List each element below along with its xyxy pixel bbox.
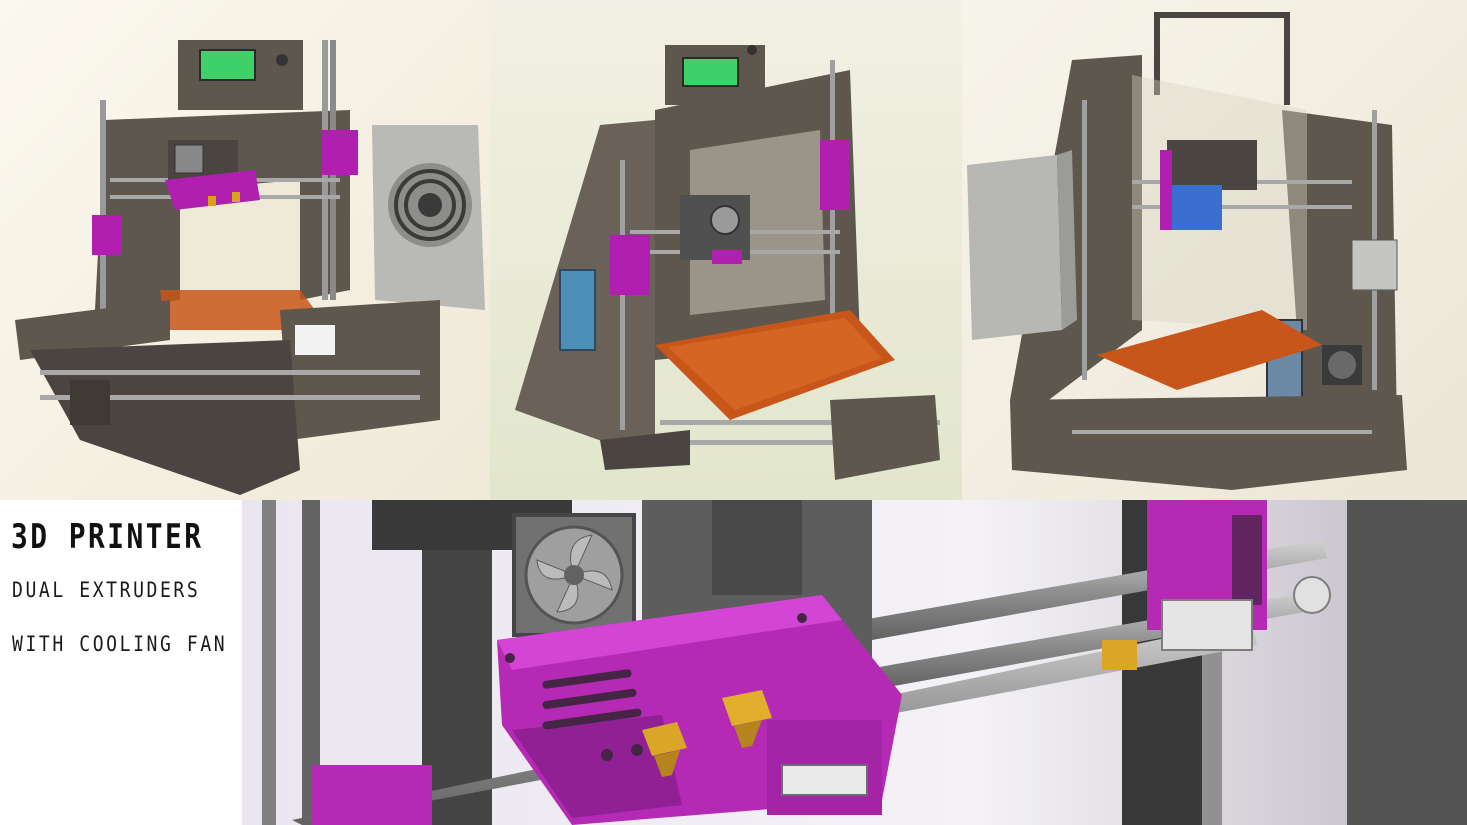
caption-line-cooling-fan: WITH COOLING FAN (12, 632, 228, 656)
printer-render-front-left (0, 0, 490, 500)
dual-extruder-closeup (242, 500, 1467, 825)
collage: 3D PRINTER DUAL EXTRUDERS WITH COOLING F… (0, 0, 1467, 825)
caption-title: 3D PRINTER (11, 517, 204, 557)
printer-render-side (490, 0, 962, 500)
printer-render-rear (962, 0, 1467, 500)
caption-line-dual-extruders: DUAL EXTRUDERS (12, 578, 201, 602)
